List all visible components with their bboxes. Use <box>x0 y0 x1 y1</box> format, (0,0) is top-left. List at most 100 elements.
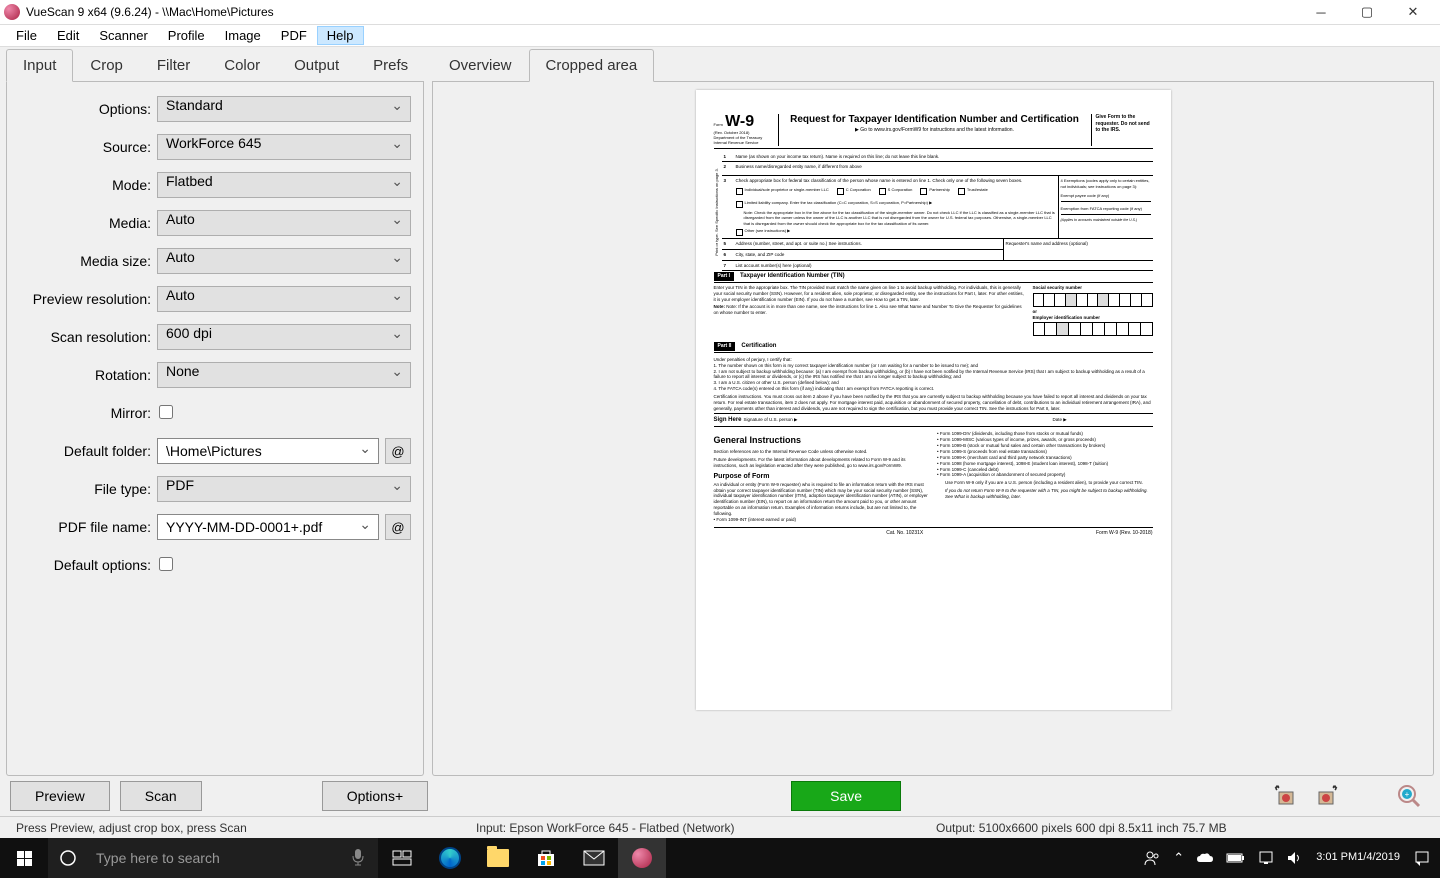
menu-scanner[interactable]: Scanner <box>89 26 157 45</box>
doc-inst: ▶ Go to www.irs.gov/FormW9 for instructi… <box>783 127 1087 134</box>
store-icon[interactable] <box>522 838 570 878</box>
options-form: Options:Standard Source:WorkForce 645 Mo… <box>6 82 424 776</box>
document-preview: Form W-9 (Rev. October 2018) Department … <box>696 90 1171 710</box>
menu-profile[interactable]: Profile <box>158 26 215 45</box>
zoom-in-icon[interactable]: + <box>1392 779 1426 813</box>
taskbar-search[interactable] <box>48 838 378 878</box>
select-file-type[interactable]: PDF <box>157 476 411 502</box>
select-source[interactable]: WorkForce 645 <box>157 134 411 160</box>
label-mirror: Mirror: <box>19 405 157 421</box>
maximize-button[interactable]: ▢ <box>1344 0 1390 25</box>
save-button[interactable]: Save <box>791 781 901 811</box>
taskbar: ⌃ 3:01 PM 1/4/2019 <box>0 838 1440 878</box>
system-tray: ⌃ 3:01 PM 1/4/2019 <box>1137 838 1440 878</box>
doc-row2: Business name/disregarded entity name, i… <box>722 162 1153 176</box>
label-options: Options: <box>19 101 157 117</box>
tab-overview[interactable]: Overview <box>432 49 529 82</box>
label-rotation: Rotation: <box>19 367 157 383</box>
select-preview-res[interactable]: Auto <box>157 286 411 312</box>
tray-chevron-icon[interactable]: ⌃ <box>1167 838 1190 878</box>
input-pdf-file[interactable] <box>157 514 379 540</box>
label-source: Source: <box>19 139 157 155</box>
file-explorer-icon[interactable] <box>474 838 522 878</box>
label-scan-res: Scan resolution: <box>19 329 157 345</box>
edge-icon[interactable] <box>426 838 474 878</box>
menu-help[interactable]: Help <box>317 26 364 45</box>
clock-time: 3:01 PM <box>1316 851 1357 864</box>
mail-icon[interactable] <box>570 838 618 878</box>
volume-icon[interactable] <box>1280 838 1308 878</box>
label-mode: Mode: <box>19 177 157 193</box>
clock[interactable]: 3:01 PM 1/4/2019 <box>1308 838 1408 878</box>
preview-button[interactable]: Preview <box>10 781 110 811</box>
window-title: VueScan 9 x64 (9.6.24) - \\Mac\Home\Pict… <box>26 5 1298 19</box>
cortana-icon[interactable] <box>48 838 88 878</box>
rotate-left-icon[interactable] <box>1268 779 1302 813</box>
statusbar: Press Preview, adjust crop box, press Sc… <box>0 816 1440 838</box>
task-view-icon[interactable] <box>378 838 426 878</box>
tab-prefs[interactable]: Prefs <box>356 49 425 82</box>
titlebar: VueScan 9 x64 (9.6.24) - \\Mac\Home\Pict… <box>0 0 1440 25</box>
tab-output[interactable]: Output <box>277 49 356 82</box>
left-tabs: Input Crop Filter Color Output Prefs <box>6 49 424 82</box>
select-media[interactable]: Auto <box>157 210 411 236</box>
menubar: File Edit Scanner Profile Image PDF Help <box>0 25 1440 47</box>
doc-row3: Check appropriate box for federal tax cl… <box>736 178 1023 183</box>
status-right: Output: 5100x6600 pixels 600 dpi 8.5x11 … <box>926 821 1237 835</box>
options-plus-button[interactable]: Options+ <box>322 781 428 811</box>
select-options[interactable]: Standard <box>157 96 411 122</box>
preview-area[interactable]: Form W-9 (Rev. October 2018) Department … <box>432 82 1434 776</box>
menu-pdf[interactable]: PDF <box>271 26 317 45</box>
main-content: Input Crop Filter Color Output Prefs Opt… <box>0 47 1440 776</box>
vuescan-taskbar-icon[interactable] <box>618 838 666 878</box>
bottom-bar: Preview Scan Options+ Save + <box>0 776 1440 816</box>
select-media-size[interactable]: Auto <box>157 248 411 274</box>
clock-date: 1/4/2019 <box>1357 851 1400 864</box>
scan-button[interactable]: Scan <box>120 781 202 811</box>
tab-crop[interactable]: Crop <box>73 49 140 82</box>
minimize-button[interactable]: ─ <box>1298 0 1344 25</box>
at-button-pdf[interactable]: @ <box>385 514 411 540</box>
label-preview-res: Preview resolution: <box>19 291 157 307</box>
mic-icon[interactable] <box>338 848 378 869</box>
rotate-right-icon[interactable] <box>1310 779 1344 813</box>
status-center: Input: Epson WorkForce 645 - Flatbed (Ne… <box>466 821 926 835</box>
label-media-size: Media size: <box>19 253 157 269</box>
tab-cropped-area[interactable]: Cropped area <box>529 49 655 82</box>
doc-row5: Address (number, street, and apt. or sui… <box>722 239 1003 250</box>
search-input[interactable] <box>88 838 338 878</box>
checkbox-mirror[interactable] <box>159 405 173 419</box>
doc-row7: List account number(s) here (optional) <box>722 261 1153 272</box>
label-file-type: File type: <box>19 481 157 497</box>
select-rotation[interactable]: None <box>157 362 411 388</box>
label-pdf-file: PDF file name: <box>19 519 157 535</box>
tab-input[interactable]: Input <box>6 49 73 82</box>
checkbox-default-options[interactable] <box>159 557 173 571</box>
tab-color[interactable]: Color <box>207 49 277 82</box>
menu-image[interactable]: Image <box>215 26 271 45</box>
at-button-folder[interactable]: @ <box>385 438 411 464</box>
menu-file[interactable]: File <box>6 26 47 45</box>
doc-give: Give Form to the requester. Do not send … <box>1091 114 1153 146</box>
left-panel: Input Crop Filter Color Output Prefs Opt… <box>0 47 430 776</box>
right-panel: Overview Cropped area Form W-9 (Rev. Oct… <box>430 47 1440 776</box>
start-button[interactable] <box>0 838 48 878</box>
onedrive-icon[interactable] <box>1190 838 1220 878</box>
doc-form-name: W-9 <box>725 113 754 130</box>
notifications-icon[interactable] <box>1408 838 1436 878</box>
label-default-options: Default options: <box>19 557 157 573</box>
status-left: Press Preview, adjust crop box, press Sc… <box>6 821 466 835</box>
menu-edit[interactable]: Edit <box>47 26 89 45</box>
doc-title: Request for Taxpayer Identification Numb… <box>783 114 1087 125</box>
select-scan-res[interactable]: 600 dpi <box>157 324 411 350</box>
close-button[interactable]: ✕ <box>1390 0 1436 25</box>
network-icon[interactable] <box>1252 838 1280 878</box>
label-media: Media: <box>19 215 157 231</box>
select-mode[interactable]: Flatbed <box>157 172 411 198</box>
label-default-folder: Default folder: <box>19 443 157 459</box>
people-icon[interactable] <box>1137 838 1167 878</box>
battery-icon[interactable] <box>1220 838 1252 878</box>
input-default-folder[interactable] <box>157 438 379 464</box>
tab-filter[interactable]: Filter <box>140 49 207 82</box>
right-tabs: Overview Cropped area <box>432 49 1434 82</box>
